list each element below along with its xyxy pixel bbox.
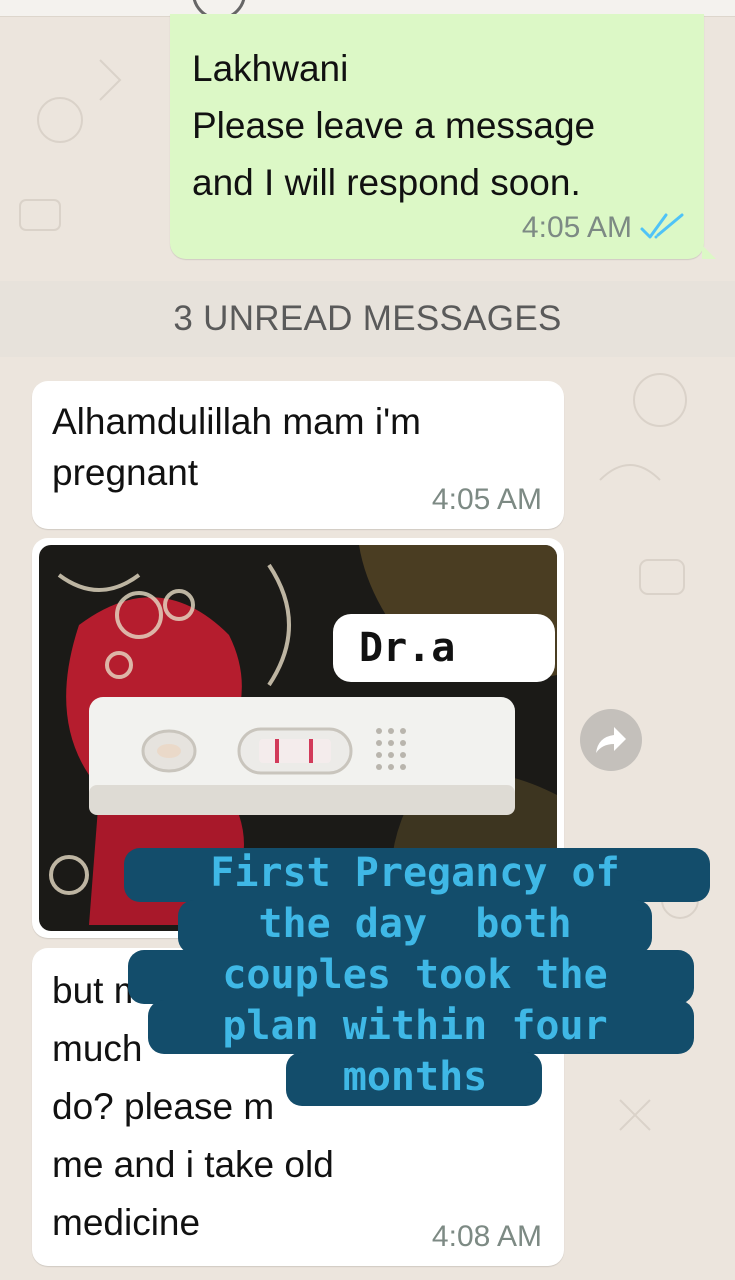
caption-line: First Pregancy of bbox=[210, 850, 620, 896]
message-line: Alhamdulillah mam i'm bbox=[52, 401, 421, 442]
message-time: 4:05 AM bbox=[521, 211, 632, 244]
message-time: 4:08 AM bbox=[431, 1220, 542, 1253]
unread-label: 3 UNREAD MESSAGES bbox=[173, 299, 562, 338]
watermark-label: Dr.a bbox=[333, 614, 555, 682]
watermark-text: Dr.a bbox=[359, 625, 456, 671]
message-line: Lakhwani bbox=[192, 48, 349, 89]
forward-button[interactable] bbox=[580, 709, 642, 771]
caption-line: couples took the bbox=[222, 952, 608, 998]
message-text: Lakhwani Please leave a message and I wi… bbox=[192, 40, 692, 211]
caption-line: months bbox=[342, 1054, 488, 1100]
double-check-read-icon bbox=[640, 213, 684, 239]
message-line: and I will respond soon. bbox=[192, 162, 581, 203]
message-line: Please leave a message bbox=[192, 105, 596, 146]
bubble-tail bbox=[702, 245, 716, 259]
incoming-message-bubble[interactable]: Alhamdulillah mam i'm pregnant 4:05 AM bbox=[32, 381, 564, 529]
caption-line: plan within four bbox=[222, 1003, 608, 1049]
message-time: 4:05 AM bbox=[431, 483, 542, 516]
message-line: me and i take old bbox=[52, 1144, 334, 1185]
caption-line: the day both bbox=[258, 901, 572, 947]
forward-arrow-icon bbox=[596, 727, 626, 753]
outgoing-message-bubble[interactable]: Lakhwani Please leave a message and I wi… bbox=[170, 14, 716, 259]
unread-messages-divider: 3 UNREAD MESSAGES bbox=[0, 281, 735, 357]
story-caption-overlay: First Pregancy of the day both couples t… bbox=[120, 846, 710, 1108]
